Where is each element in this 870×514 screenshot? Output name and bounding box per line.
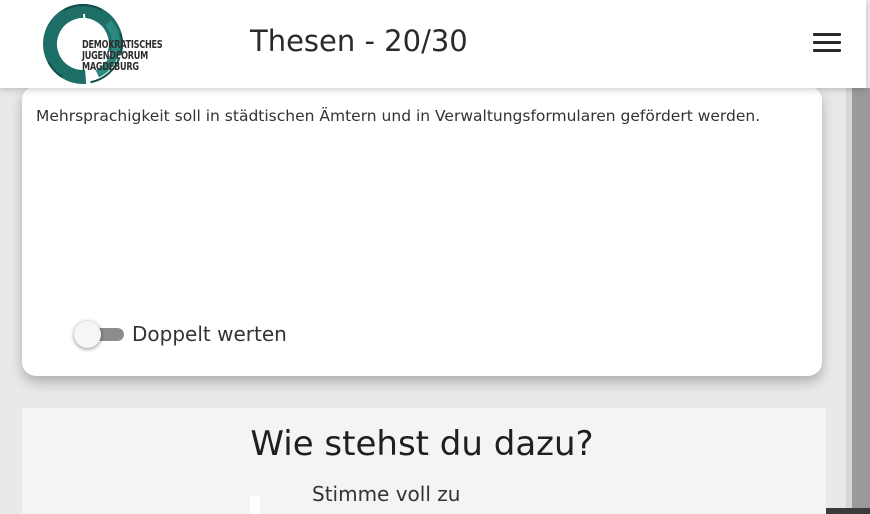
toggle-label: Doppelt werten [132, 322, 287, 346]
top-bar: DEMOKRATISCHES JUGENDFORUM MAGDEBURG The… [0, 0, 866, 88]
page-title: Thesen - 20/30 [250, 24, 468, 58]
thesis-card: Mehrsprachigkeit soll in städtischen Ämt… [22, 86, 822, 376]
option-agree-fully[interactable]: Stimme voll zu [312, 482, 460, 506]
logo[interactable]: DEMOKRATISCHES JUGENDFORUM MAGDEBURG [38, 2, 198, 86]
option-marker [250, 496, 260, 514]
logo-line-3: MAGDEBURG [82, 61, 139, 73]
vote-question: Wie stehst du dazu? [250, 424, 594, 464]
menu-bar [813, 41, 841, 44]
scrollbar-edge [846, 88, 852, 514]
logo-wordmark: DEMOKRATISCHES JUGENDFORUM MAGDEBURG [82, 40, 163, 73]
app-page: DEMOKRATISCHES JUGENDFORUM MAGDEBURG The… [0, 0, 870, 514]
double-weight-toggle[interactable]: Doppelt werten [74, 319, 287, 349]
toggle-knob[interactable] [74, 321, 101, 348]
vote-section: Wie stehst du dazu? Stimme voll zu [22, 408, 826, 514]
menu-bar [813, 33, 841, 36]
toggle-switch[interactable] [74, 321, 124, 348]
menu-bar [813, 49, 841, 52]
scrollbar[interactable] [846, 88, 870, 514]
hamburger-menu-icon[interactable] [808, 30, 846, 56]
thesis-text: Mehrsprachigkeit soll in städtischen Ämt… [36, 107, 761, 125]
window-corner [826, 508, 870, 514]
